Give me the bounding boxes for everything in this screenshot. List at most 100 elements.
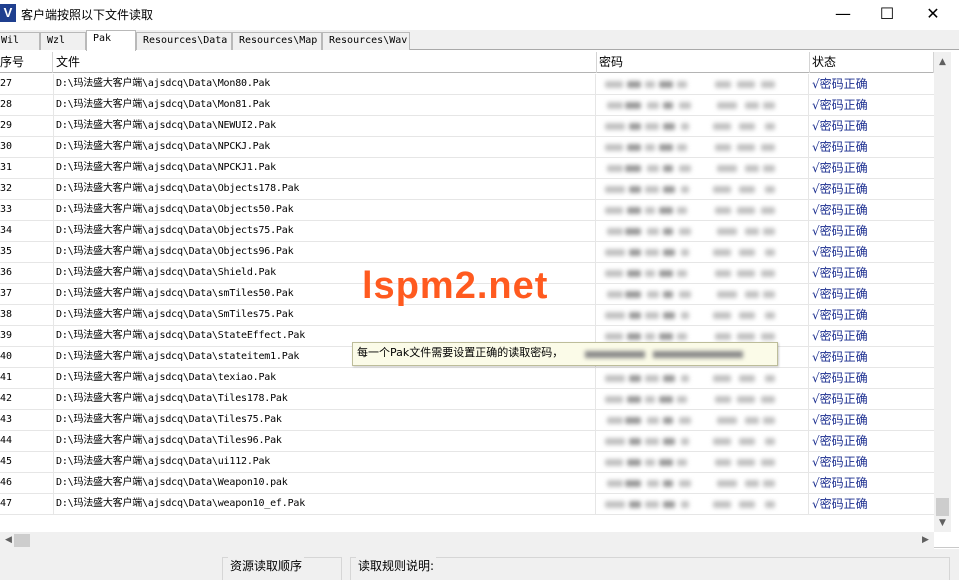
column-header-password[interactable]: 密码 <box>597 52 810 73</box>
row-file-path: D:\玛法盛大客户端\ajsdcq\Data\Objects96.Pak <box>56 242 596 263</box>
table-row[interactable]: 38 D:\玛法盛大客户端\ajsdcq\Data\SmTiles75.Pak √密… <box>0 305 934 326</box>
row-password-redacted <box>597 158 809 179</box>
row-password-redacted <box>597 368 809 389</box>
maximize-button[interactable]: ☐ <box>864 0 910 30</box>
row-password-redacted <box>597 116 809 137</box>
row-password-redacted <box>597 473 809 494</box>
minimize-button[interactable]: — <box>820 0 866 30</box>
row-file-path: D:\玛法盛大客户端\ajsdcq\Data\NPCKJ1.Pak <box>56 158 596 179</box>
row-status: √密码正确 <box>812 308 868 322</box>
tab-wil[interactable]: Wil <box>0 32 40 50</box>
row-id: 44 <box>0 431 54 452</box>
table-row[interactable]: 32 D:\玛法盛大客户端\ajsdcq\Data\Objects178.Pak √… <box>0 179 934 200</box>
row-file-path: D:\玛法盛大客户端\ajsdcq\Data\SmTiles75.Pak <box>56 305 596 326</box>
horizontal-scroll-thumb[interactable] <box>14 534 30 547</box>
table-row[interactable]: 46 D:\玛法盛大客户端\ajsdcq\Data\Weapon10.pak √密码… <box>0 473 934 494</box>
row-id: 37 <box>0 284 54 305</box>
row-id: 42 <box>0 389 54 410</box>
tooltip-text: 每一个Pak文件需要设置正确的读取密码， <box>357 346 564 359</box>
row-file-path: D:\玛法盛大客户端\ajsdcq\Data\Weapon10.pak <box>56 473 596 494</box>
tooltip-redacted <box>653 351 743 358</box>
scroll-up-icon[interactable]: ▲ <box>934 54 951 71</box>
window-title: 客户端按照以下文件读取 <box>21 8 154 22</box>
table-row[interactable]: 35 D:\玛法盛大客户端\ajsdcq\Data\Objects96.Pak √密… <box>0 242 934 263</box>
table-row[interactable]: 42 D:\玛法盛大客户端\ajsdcq\Data\Tiles178.Pak √密码… <box>0 389 934 410</box>
row-id: 41 <box>0 368 54 389</box>
row-status: √密码正确 <box>812 476 868 490</box>
row-status: √密码正确 <box>812 119 868 133</box>
row-file-path: D:\玛法盛大客户端\ajsdcq\Data\NEWUI2.Pak <box>56 116 596 137</box>
table-row[interactable]: 45 D:\玛法盛大客户端\ajsdcq\Data\ui112.Pak √密码正确 <box>0 452 934 473</box>
tooltip-redacted <box>585 351 645 358</box>
table-row[interactable]: 33 D:\玛法盛大客户端\ajsdcq\Data\Objects50.Pak √密… <box>0 200 934 221</box>
row-password-redacted <box>597 452 809 473</box>
row-status: √密码正确 <box>812 434 868 448</box>
table-row[interactable]: 31 D:\玛法盛大客户端\ajsdcq\Data\NPCKJ1.Pak √密码正确 <box>0 158 934 179</box>
row-file-path: D:\玛法盛大客户端\ajsdcq\Data\Objects178.Pak <box>56 179 596 200</box>
app-icon: V <box>0 4 16 22</box>
row-id: 36 <box>0 263 54 284</box>
row-file-path: D:\玛法盛大客户端\ajsdcq\Data\Tiles96.Pak <box>56 431 596 452</box>
row-status: √密码正确 <box>812 140 868 154</box>
row-status: √密码正确 <box>812 413 868 427</box>
table-row[interactable]: 34 D:\玛法盛大客户端\ajsdcq\Data\Objects75.Pak √密… <box>0 221 934 242</box>
row-file-path: D:\玛法盛大客户端\ajsdcq\Data\NPCKJ.Pak <box>56 137 596 158</box>
row-status: √密码正确 <box>812 266 868 280</box>
column-header-status[interactable]: 状态 <box>810 52 934 73</box>
row-status: √密码正确 <box>812 182 868 196</box>
tab-resources-wav[interactable]: Resources\Wav <box>322 32 410 50</box>
tab-resources-data[interactable]: Resources\Data <box>136 32 232 50</box>
tab-strip: Wil Wzl Pak Resources\Data Resources\Map… <box>0 30 959 51</box>
row-password-redacted <box>597 389 809 410</box>
bottom-panel: 资源读取顺序 读取规则说明: <box>0 549 959 580</box>
table-row[interactable]: 27 D:\玛法盛大客户端\ajsdcq\Data\Mon80.Pak √密码正确 <box>0 74 934 95</box>
list-header: 序号 文件 密码 状态 <box>0 52 934 73</box>
row-id: 31 <box>0 158 54 179</box>
table-row[interactable]: 47 D:\玛法盛大客户端\ajsdcq\Data\weapon10_ef.Pak… <box>0 494 934 515</box>
tab-pak[interactable]: Pak <box>86 30 136 51</box>
vertical-scroll-thumb[interactable] <box>936 498 949 516</box>
row-id: 30 <box>0 137 54 158</box>
horizontal-scrollbar[interactable]: ◀ ▶ <box>0 532 934 549</box>
row-status: √密码正确 <box>812 161 868 175</box>
row-id: 34 <box>0 221 54 242</box>
row-password-redacted <box>597 242 809 263</box>
table-row[interactable]: 29 D:\玛法盛大客户端\ajsdcq\Data\NEWUI2.Pak √密码正确 <box>0 116 934 137</box>
close-button[interactable]: ✕ <box>910 0 956 30</box>
table-row[interactable]: 30 D:\玛法盛大客户端\ajsdcq\Data\NPCKJ.Pak √密码正确 <box>0 137 934 158</box>
column-header-id[interactable]: 序号 <box>0 52 53 73</box>
row-file-path: D:\玛法盛大客户端\ajsdcq\Data\Tiles75.Pak <box>56 410 596 431</box>
scroll-down-icon[interactable]: ▼ <box>934 515 951 532</box>
row-id: 28 <box>0 95 54 116</box>
table-row[interactable]: 43 D:\玛法盛大客户端\ajsdcq\Data\Tiles75.Pak √密码正… <box>0 410 934 431</box>
row-status: √密码正确 <box>812 392 868 406</box>
row-id: 47 <box>0 494 54 515</box>
row-status: √密码正确 <box>812 497 868 511</box>
table-row[interactable]: 28 D:\玛法盛大客户端\ajsdcq\Data\Mon81.Pak √密码正确 <box>0 95 934 116</box>
row-password-redacted <box>597 494 809 515</box>
row-password-redacted <box>597 284 809 305</box>
row-id: 35 <box>0 242 54 263</box>
row-id: 39 <box>0 326 54 347</box>
vertical-scrollbar[interactable]: ▲ ▼ <box>934 52 951 532</box>
scroll-right-icon[interactable]: ▶ <box>917 532 934 549</box>
row-password-redacted <box>597 221 809 242</box>
row-id: 38 <box>0 305 54 326</box>
row-file-path: D:\玛法盛大客户端\ajsdcq\Data\Mon81.Pak <box>56 95 596 116</box>
column-header-file[interactable]: 文件 <box>54 52 597 73</box>
row-status: √密码正确 <box>812 245 868 259</box>
tab-wzl[interactable]: Wzl <box>40 32 86 50</box>
table-row[interactable]: 41 D:\玛法盛大客户端\ajsdcq\Data\texiao.Pak √密码正确 <box>0 368 934 389</box>
row-id: 27 <box>0 74 54 95</box>
tab-resources-map[interactable]: Resources\Map <box>232 32 322 50</box>
title-bar: V 客户端按照以下文件读取 — ☐ ✕ <box>0 0 959 30</box>
table-row[interactable]: 44 D:\玛法盛大客户端\ajsdcq\Data\Tiles96.Pak √密码正… <box>0 431 934 452</box>
row-password-redacted <box>597 200 809 221</box>
row-file-path: D:\玛法盛大客户端\ajsdcq\Data\Objects50.Pak <box>56 200 596 221</box>
row-status: √密码正确 <box>812 77 868 91</box>
row-status: √密码正确 <box>812 287 868 301</box>
row-id: 29 <box>0 116 54 137</box>
rules-label: 读取规则说明: <box>356 557 437 574</box>
row-id: 43 <box>0 410 54 431</box>
row-status: √密码正确 <box>812 455 868 469</box>
